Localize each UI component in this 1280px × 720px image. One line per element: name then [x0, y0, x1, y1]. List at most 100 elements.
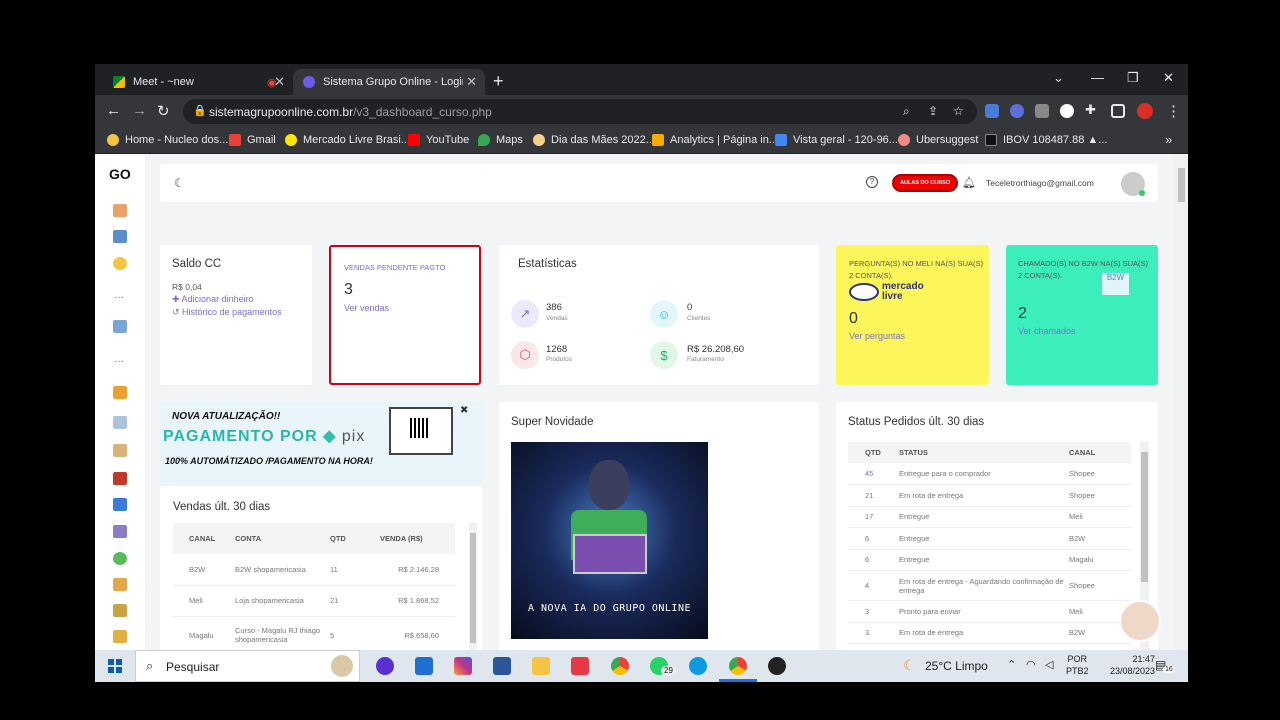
chrome-icon[interactable] [611, 657, 629, 675]
lightbulb-icon[interactable] [113, 257, 127, 270]
menu-kebab-icon[interactable]: ⋮ [1166, 102, 1181, 120]
word-icon[interactable] [493, 657, 511, 675]
promo-image[interactable]: A NOVA IA DO GRUPO ONLINE [511, 442, 708, 639]
tray-chevron-icon[interactable]: ⌃ [1007, 658, 1016, 671]
close-window-button[interactable]: ✕ [1163, 70, 1174, 86]
col-header[interactable]: CONTA [235, 523, 330, 554]
search-box[interactable]: ⌕ Pesquisar [135, 650, 360, 682]
col-header[interactable]: CANAL [1069, 442, 1131, 463]
instagram-icon[interactable] [454, 657, 472, 675]
mail-icon[interactable] [415, 657, 433, 675]
tab-sistema[interactable]: Sistema Grupo Online - Login: te ✕ [293, 69, 485, 95]
chrome-active-icon[interactable] [729, 657, 747, 675]
payment-history-link[interactable]: ↺ Histórico de pagamentos [172, 307, 282, 318]
bookmark[interactable]: Vista geral - 120-96... [775, 134, 898, 146]
zoom-icon[interactable]: ⌕ [903, 104, 910, 119]
moon-icon: ☾ [903, 657, 916, 673]
maximize-button[interactable]: ❐ [1127, 70, 1139, 86]
add-money-link[interactable]: ✚ Adicionar dinheiro [172, 294, 254, 305]
back-icon[interactable]: ← [106, 102, 121, 119]
col-header[interactable]: QTD [330, 523, 380, 554]
bookmark[interactable]: Home - Nucleo dos... [107, 134, 228, 146]
monitor-icon[interactable] [113, 230, 127, 243]
obs-icon[interactable] [768, 657, 786, 675]
app-h-icon[interactable] [571, 657, 589, 675]
clock[interactable]: 21:47 23/08/2023 [1095, 653, 1155, 677]
aulas-button[interactable]: AULAS DO CURSO [892, 174, 959, 192]
bookmark[interactable]: IBOV 108487.88 ▲... [985, 134, 1107, 146]
minimize-button[interactable]: — [1091, 70, 1104, 85]
chart-icon[interactable] [113, 498, 127, 511]
forward-icon[interactable]: → [132, 102, 147, 119]
chat-icon[interactable] [113, 320, 127, 333]
bookmark[interactable]: Maps [478, 134, 523, 146]
col-header[interactable]: VENDA (R$) [380, 523, 455, 554]
active-indicator [719, 679, 757, 682]
weather-text[interactable]: 25°C Limpo [925, 659, 988, 673]
extension-icon[interactable] [985, 104, 999, 118]
profile-avatar[interactable] [1137, 103, 1153, 119]
bell-icon[interactable]: 🔔︎ [962, 176, 976, 189]
page-scrollbar[interactable] [1175, 154, 1188, 650]
scrollbar[interactable] [469, 523, 477, 650]
windows-start-icon[interactable] [108, 659, 122, 673]
ver-perguntas-link[interactable]: Ver perguntas [849, 331, 905, 341]
pix-banner[interactable]: NOVA ATUALIZAÇÃO!! PAGAMENTO POR ◆ pix 1… [160, 402, 482, 486]
edge-icon[interactable] [689, 657, 707, 675]
more-bookmarks-icon[interactable]: » [1165, 132, 1172, 147]
medal-icon[interactable] [113, 604, 127, 617]
language-indicator[interactable]: POR PTB2 [1066, 653, 1089, 677]
dark-mode-icon[interactable]: ☾ [174, 176, 185, 190]
col-header[interactable]: CANAL [173, 523, 235, 554]
status-cell: Entregue [899, 533, 930, 543]
questions-card[interactable]: PERGUNTA(S) NO MELI NA(S) SUA(S) 2 CONTA… [836, 245, 989, 385]
tickets-card[interactable]: CHAMADO(S) NO B2W NA(S) SUA(S) 2 CONTA(S… [1006, 245, 1158, 385]
support-chat-avatar[interactable] [1119, 600, 1161, 642]
truck-icon[interactable] [113, 386, 127, 399]
bookmark[interactable]: Gmail [229, 134, 276, 146]
dollar-icon[interactable] [113, 552, 127, 565]
bookmark[interactable]: YouTube [408, 134, 469, 146]
phone-icon[interactable] [113, 525, 127, 538]
tab-meet[interactable]: Meet - ~new ◉ ✕ [103, 69, 293, 95]
clipboard-icon[interactable] [113, 444, 127, 457]
col-header[interactable]: QTD [848, 442, 899, 463]
reload-icon[interactable]: ↻ [157, 102, 170, 120]
new-tab-button[interactable]: + [493, 71, 504, 92]
user-email[interactable]: Teceletrorthiago@gmail.com [986, 178, 1094, 188]
tab-search-icon[interactable]: ⌄ [1053, 70, 1064, 86]
toolbox-icon[interactable] [113, 472, 127, 485]
wifi-icon[interactable]: ◠ [1026, 658, 1036, 671]
qty-cell[interactable]: 45 [848, 463, 899, 485]
address-bar[interactable]: 🔒 sistemagrupoonline.com.br/v3_dashboard… [183, 99, 977, 124]
folder-icon[interactable] [532, 657, 550, 675]
puzzle-icon[interactable]: ✚ [1085, 102, 1096, 118]
star-icon[interactable]: ☆ [953, 104, 964, 118]
extension-icon[interactable] [1035, 104, 1049, 118]
close-tab-icon[interactable]: ✕ [274, 74, 285, 90]
chat-bubble-icon[interactable] [113, 630, 127, 643]
app-icon[interactable] [376, 657, 394, 675]
help-icon[interactable]: ? [866, 176, 878, 188]
bookmark[interactable]: Analytics | Página in... [652, 134, 778, 146]
close-banner-icon[interactable]: ✖ [460, 405, 468, 416]
calendar-icon[interactable] [113, 578, 127, 591]
volume-icon[interactable]: ◁ [1045, 658, 1053, 671]
ver-chamados-link[interactable]: Ver chamados [1018, 326, 1076, 336]
pending-sales-card[interactable]: VENDAS PENDENTE PAGTO 3 Ver vendas [329, 245, 481, 385]
sidepanel-icon[interactable] [1111, 104, 1125, 118]
card-title: Saldo CC [172, 258, 222, 270]
site-favicon-icon [303, 76, 315, 88]
bookmark[interactable]: Ubersuggest [898, 134, 978, 146]
extension-icon[interactable] [1010, 104, 1024, 118]
ver-vendas-link[interactable]: Ver vendas [344, 303, 389, 313]
bookmark[interactable]: Mercado Livre Brasi... [285, 134, 410, 146]
logo[interactable]: GO [109, 166, 131, 182]
document-icon[interactable] [113, 416, 127, 429]
col-header[interactable]: STATUS [899, 442, 1069, 463]
share-icon[interactable]: ⇪ [928, 104, 938, 118]
close-tab-icon[interactable]: ✕ [466, 74, 477, 90]
home-icon[interactable] [113, 204, 127, 217]
extension-icon[interactable] [1060, 104, 1074, 118]
bookmark[interactable]: Dia das Mães 2022... [533, 134, 655, 146]
